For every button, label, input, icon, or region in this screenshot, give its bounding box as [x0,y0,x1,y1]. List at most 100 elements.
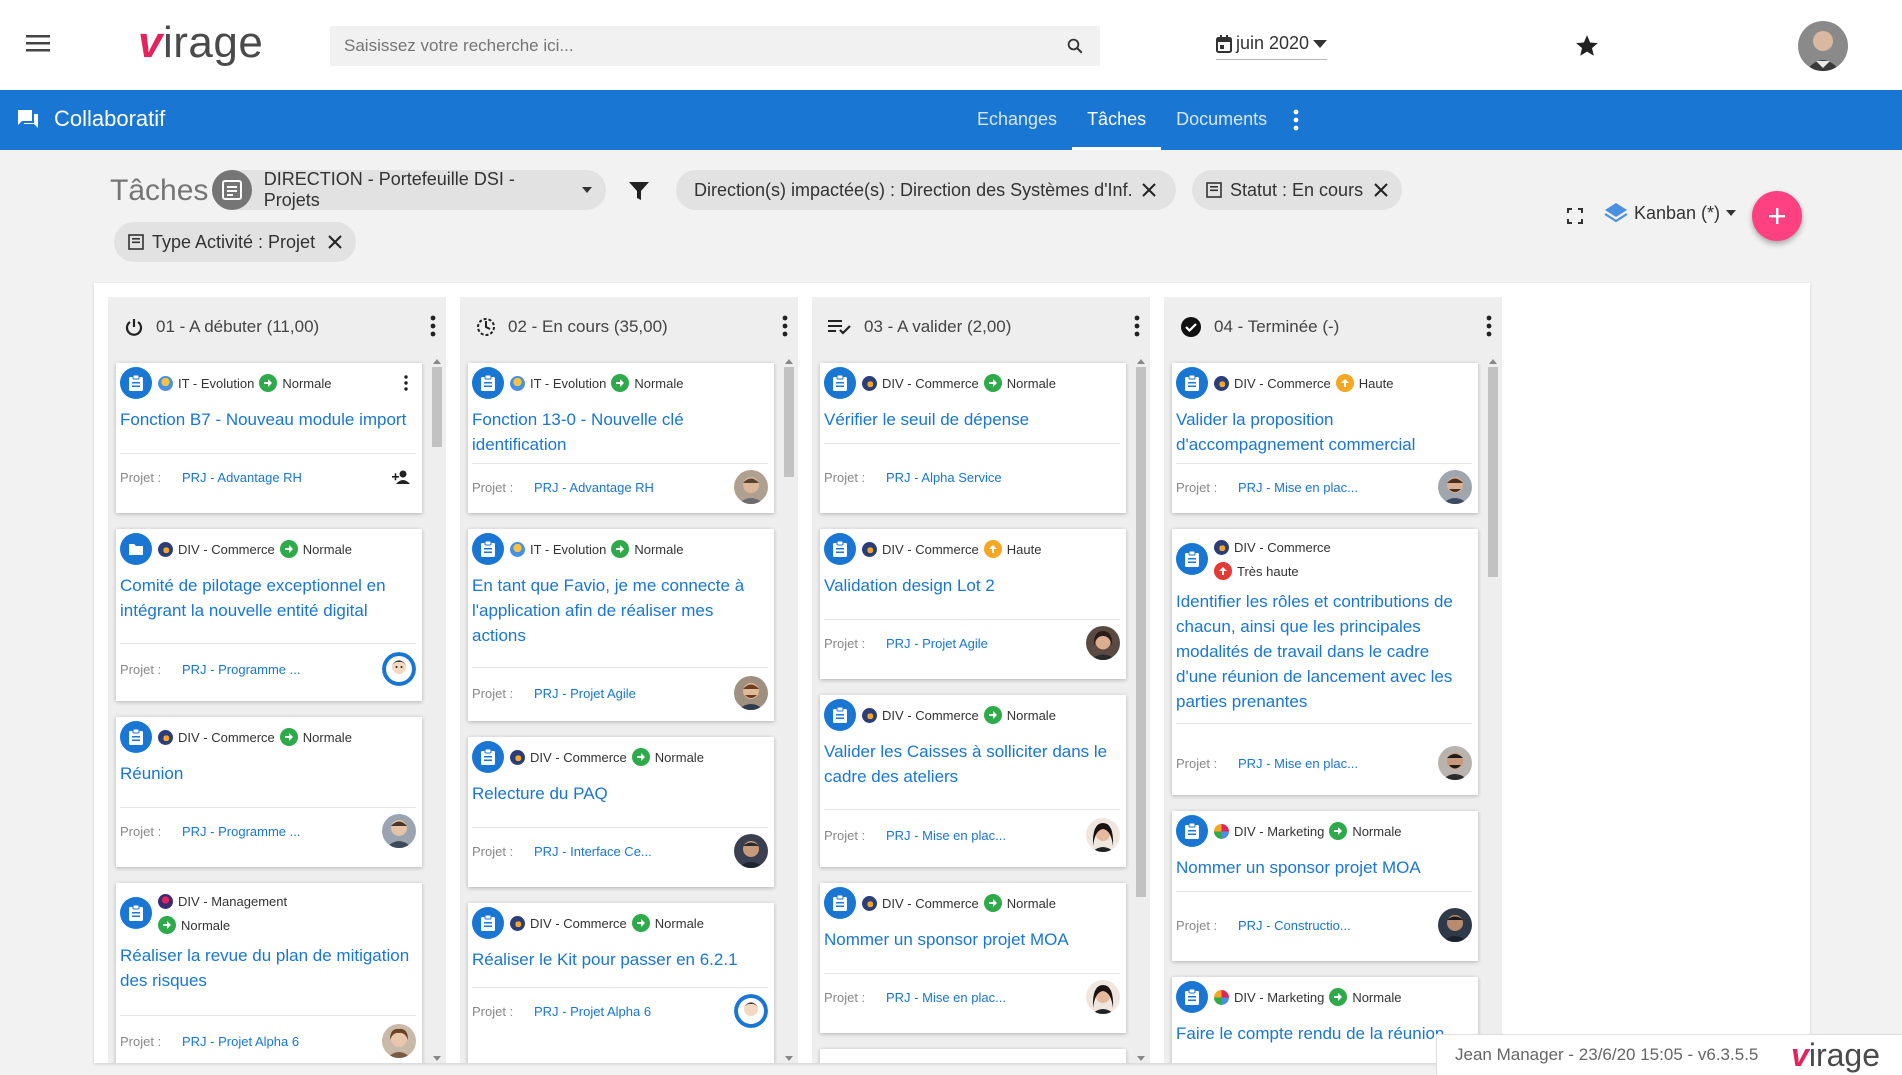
task-title[interactable]: Comité de pilotage exceptionnel en intég… [120,573,416,623]
assignee-avatar[interactable] [1086,626,1120,660]
task-card[interactable]: IT - Evolution Normale Fonction 13-0 - N… [468,363,774,513]
assignee-avatar[interactable] [382,1024,416,1058]
column-scrollbar[interactable] [782,357,796,1063]
assignee-avatar[interactable] [1438,746,1472,780]
filter-chip-type[interactable]: Type Activité : Projet [114,222,356,262]
project-link[interactable]: PRJ - Projet Alpha 6 [182,1034,299,1049]
task-card[interactable]: DIV - Commerce Normale Vérifier le seuil… [820,363,1126,513]
assignee-avatar[interactable] [1086,818,1120,852]
filter-icon[interactable] [628,180,650,202]
column-scrollbar[interactable] [430,357,444,1063]
assignee-avatar[interactable] [382,652,416,686]
task-card[interactable]: DIV - Marketing Normale Faire le compte … [1172,977,1478,1063]
scroll-up-icon[interactable] [785,359,793,364]
scroll-thumb[interactable] [1136,367,1146,897]
search-input[interactable] [330,26,1030,66]
project-link[interactable]: PRJ - Mise en plac... [1238,756,1358,771]
task-title[interactable]: Valider les Caisses à solliciter dans le… [824,739,1120,789]
project-link[interactable]: PRJ - Projet Agile [886,636,988,651]
project-link[interactable]: PRJ - Programme ... [182,662,300,677]
scroll-down-icon[interactable] [433,1056,441,1061]
more-vert-icon[interactable] [1486,315,1492,337]
project-link[interactable]: PRJ - Mise en plac... [886,828,1006,843]
search-icon[interactable] [1066,37,1084,55]
more-vert-icon[interactable] [1292,108,1300,132]
more-vert-icon[interactable] [782,315,788,337]
task-title[interactable]: Validation design Lot 2 [824,573,1120,598]
more-vert-icon[interactable] [1134,315,1140,337]
task-card[interactable]: DIV - Management Normale Réaliser la rev… [116,883,422,1063]
task-title[interactable]: Faire le compte rendu de la réunion [1176,1021,1472,1046]
project-link[interactable]: PRJ - Constructio... [1238,918,1351,933]
task-card[interactable]: DIV - Commerce Très haute Identifier les… [1172,529,1478,795]
add-task-button[interactable] [1752,191,1802,241]
favorites-star-icon[interactable] [1574,33,1600,59]
project-link[interactable]: PRJ - Projet Agile [534,686,636,701]
task-title[interactable]: Valider la proposition d'accompagnement … [1176,407,1472,457]
project-link[interactable]: PRJ - Alpha Service [886,470,1002,485]
task-title[interactable]: Nommer un sponsor projet MOA [824,927,1120,952]
task-title[interactable]: Réaliser la revue du plan de mitigation … [120,943,416,993]
assignee-avatar[interactable] [1086,980,1120,1014]
task-card[interactable]: DIV - Commerce Normale Relecture du PAQ … [468,737,774,887]
more-vert-icon[interactable] [430,315,436,337]
project-link[interactable]: PRJ - Programme ... [182,824,300,839]
project-link[interactable]: PRJ - Interface Ce... [534,844,652,859]
close-icon[interactable] [328,235,342,249]
tab-documents[interactable]: Documents [1161,90,1282,150]
task-card[interactable]: IT - Evolution Normale En tant que Favio… [468,529,774,721]
task-title[interactable]: En tant que Favio, je me connecte à l'ap… [472,573,768,648]
tab-echanges[interactable]: Echanges [962,90,1072,150]
task-card[interactable]: DIV - Commerce Normale Valider les Caiss… [820,695,1126,867]
task-card[interactable]: DIV - Commerce Normale Réaliser le Kit p… [468,903,774,1063]
project-link[interactable]: PRJ - Projet Alpha 6 [534,1004,651,1019]
scroll-up-icon[interactable] [1489,359,1497,364]
portfolio-selector[interactable]: DIRECTION - Portefeuille DSI - Projets [212,169,606,210]
project-link[interactable]: PRJ - Mise en plac... [886,990,1006,1005]
task-title[interactable]: Vérifier le seuil de dépense [824,407,1120,432]
scroll-up-icon[interactable] [433,359,441,364]
assignee-avatar[interactable] [1438,470,1472,504]
column-scrollbar[interactable] [1486,357,1500,1063]
scroll-thumb[interactable] [432,367,442,447]
scroll-down-icon[interactable] [1137,1056,1145,1061]
user-avatar[interactable] [1798,21,1848,71]
view-selector[interactable]: Kanban (*) [1604,202,1737,224]
task-card[interactable]: DIV - Commerce Haute Valider la proposit… [1172,363,1478,513]
close-icon[interactable] [1374,183,1388,197]
task-card[interactable] [820,1049,1126,1063]
assignee-avatar[interactable] [734,834,768,868]
filter-chip-statut[interactable]: Statut : En cours [1192,170,1402,210]
assign-person-icon[interactable] [392,470,410,484]
task-card[interactable]: DIV - Commerce Normale Nommer un sponsor… [820,883,1126,1033]
scroll-thumb[interactable] [784,367,794,477]
close-icon[interactable] [1142,183,1156,197]
month-picker[interactable]: juin 2020 [1216,30,1328,60]
task-title[interactable]: Fonction B7 - Nouveau module import [120,407,416,432]
assignee-avatar[interactable] [382,814,416,848]
task-card[interactable]: IT - Evolution Normale Fonction B7 - Nou… [116,363,422,513]
project-link[interactable]: PRJ - Advantage RH [534,480,654,495]
task-card[interactable]: DIV - Commerce Normale Réunion Projet : … [116,717,422,867]
task-title[interactable]: Réunion [120,761,416,786]
app-logo[interactable]: virage [138,18,263,68]
task-title[interactable]: Fonction 13-0 - Nouvelle clé identificat… [472,407,768,457]
column-scrollbar[interactable] [1134,357,1148,1063]
task-card[interactable]: DIV - Commerce Normale Comité de pilotag… [116,529,422,701]
scroll-down-icon[interactable] [785,1056,793,1061]
assignee-avatar[interactable] [734,676,768,710]
assignee-avatar[interactable] [1438,908,1472,942]
assignee-avatar[interactable] [734,994,768,1028]
project-link[interactable]: PRJ - Advantage RH [182,470,302,485]
filter-chip-direction[interactable]: Direction(s) impactée(s) : Direction des… [676,170,1176,210]
task-card[interactable]: DIV - Marketing Normale Nommer un sponso… [1172,811,1478,961]
assignee-avatar[interactable] [734,470,768,504]
task-title[interactable]: Nommer un sponsor projet MOA [1176,855,1472,880]
more-vert-icon[interactable] [404,375,408,391]
task-card[interactable]: DIV - Commerce Haute Validation design L… [820,529,1126,679]
fullscreen-icon[interactable] [1566,207,1584,225]
project-link[interactable]: PRJ - Mise en plac... [1238,480,1358,495]
task-title[interactable]: Réaliser le Kit pour passer en 6.2.1 [472,947,768,972]
task-title[interactable]: Identifier les rôles et contributions de… [1176,589,1472,714]
scroll-up-icon[interactable] [1137,359,1145,364]
